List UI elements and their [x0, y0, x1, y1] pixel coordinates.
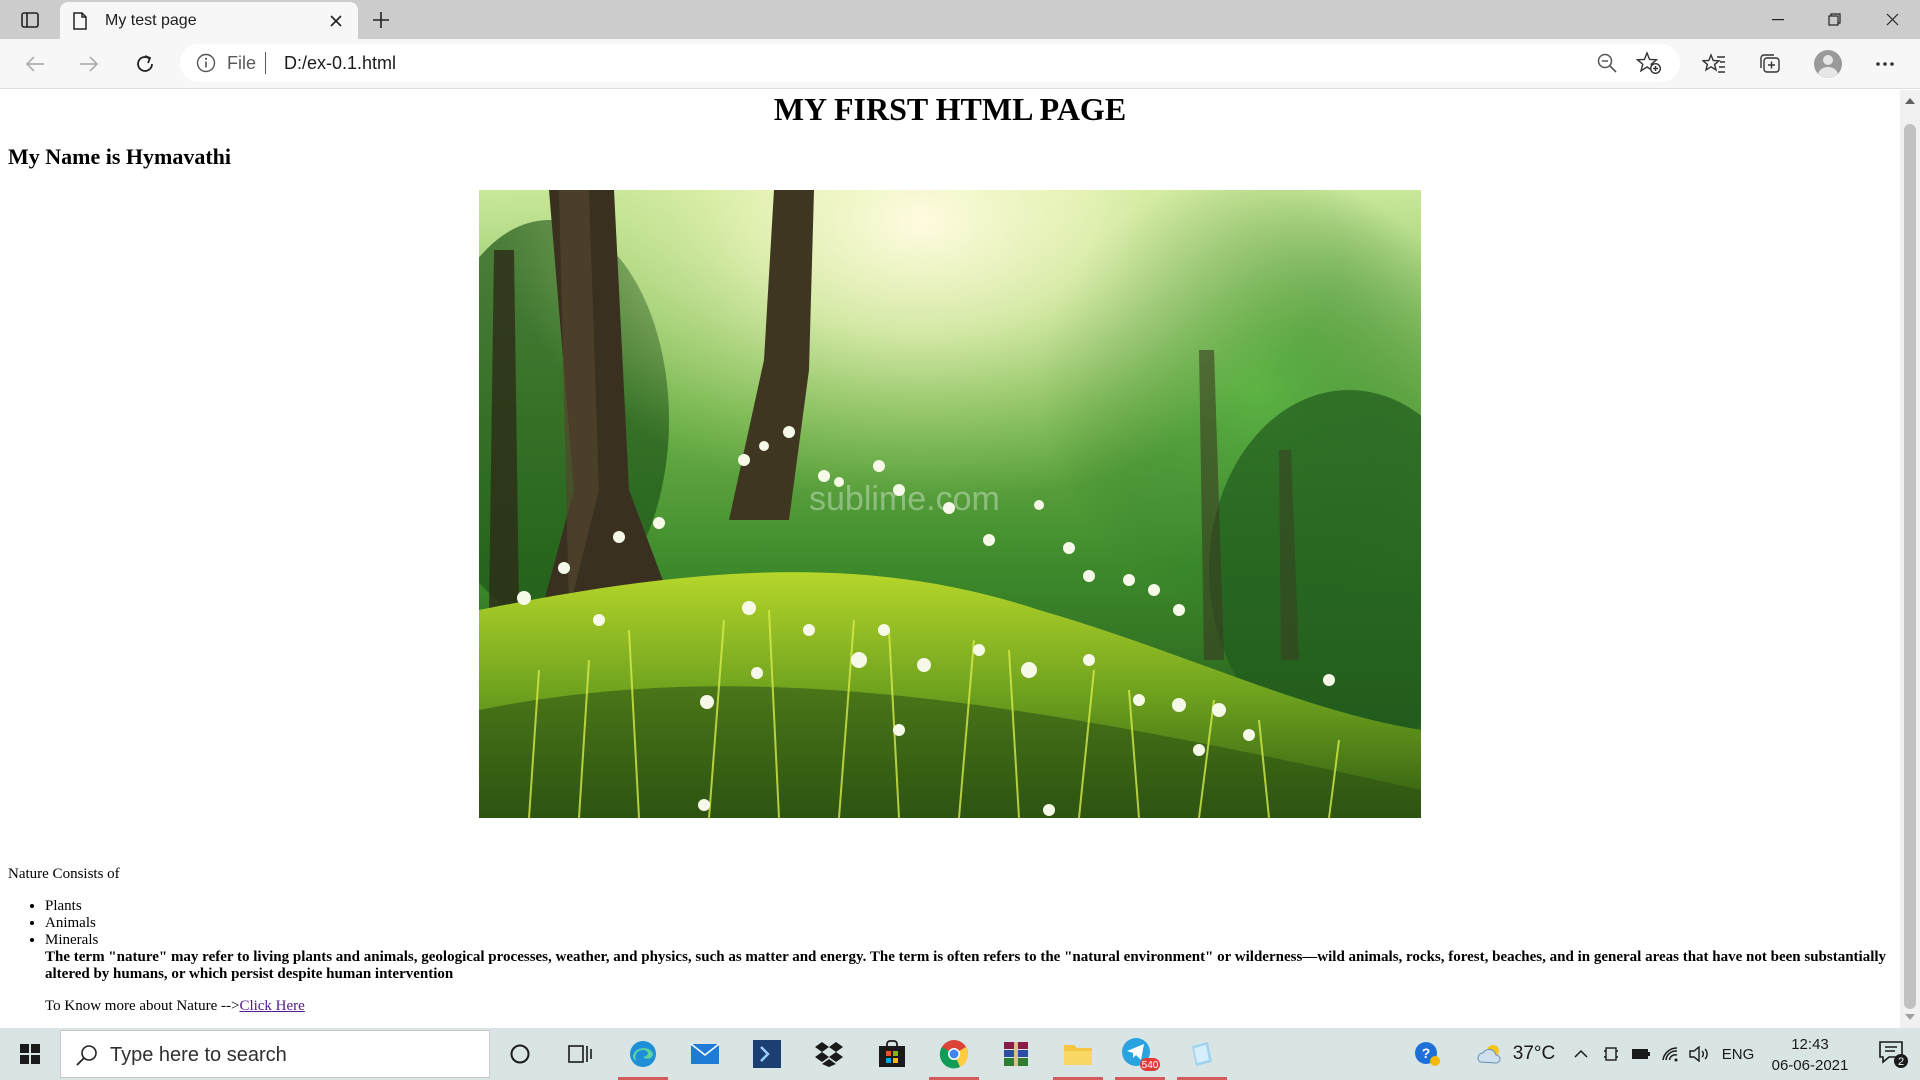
powershell-icon[interactable]: [739, 1028, 795, 1080]
restore-button[interactable]: [1806, 0, 1862, 39]
telegram-icon[interactable]: 540: [1112, 1028, 1168, 1080]
close-window-button[interactable]: [1864, 0, 1920, 39]
scroll-thumb[interactable]: [1904, 124, 1916, 1009]
start-button[interactable]: [0, 1028, 60, 1080]
scroll-up-arrow[interactable]: [1905, 98, 1915, 104]
store-icon[interactable]: [864, 1028, 920, 1080]
scheme-label: File: [227, 53, 257, 73]
list-item: Animals: [45, 915, 98, 932]
notepad-icon[interactable]: [1174, 1028, 1230, 1080]
dropbox-icon[interactable]: [801, 1028, 857, 1080]
more-info-prefix: To Know more about Nature -->: [45, 998, 240, 1014]
help-icon[interactable]: ?: [1410, 1028, 1446, 1080]
address-separator: [265, 52, 266, 74]
nature-paragraph: The term "nature" may refer to living pl…: [45, 949, 1887, 982]
winrar-icon[interactable]: [988, 1028, 1044, 1080]
close-tab-icon[interactable]: [326, 11, 346, 31]
forward-arrow-icon[interactable]: [72, 48, 106, 80]
language-indicator[interactable]: ENG: [1718, 1028, 1758, 1080]
url-text[interactable]: D:/ex-0.1.html: [284, 53, 396, 74]
weather-icon[interactable]: [1472, 1028, 1508, 1080]
file-explorer-icon[interactable]: [1050, 1028, 1106, 1080]
clock-date: 06-06-2021: [1771, 1057, 1849, 1074]
vertical-scrollbar[interactable]: [1900, 90, 1920, 1028]
scroll-down-arrow[interactable]: [1905, 1014, 1915, 1020]
nature-image: sublime.com: [479, 190, 1421, 818]
page-subheading: My Name is Hymavathi: [8, 144, 232, 169]
image-watermark: sublime.com: [809, 480, 1000, 518]
more-icon[interactable]: [1868, 48, 1902, 80]
search-icon: [75, 1043, 99, 1072]
profile-avatar[interactable]: [1814, 50, 1842, 78]
notification-count: 2: [1898, 1056, 1904, 1068]
page-heading: MY FIRST HTML PAGE: [773, 91, 1127, 127]
collections-icon[interactable]: [1753, 48, 1787, 80]
more-info-line: To Know more about Nature -->Click Here: [45, 998, 305, 1015]
weather-temp[interactable]: 37°C: [1508, 1028, 1560, 1080]
page-icon: [73, 12, 87, 35]
tab-my-test-page[interactable]: My test page: [60, 2, 358, 39]
svg-text:?: ?: [1422, 1045, 1431, 1061]
notification-center-icon[interactable]: 2: [1868, 1028, 1920, 1080]
info-icon[interactable]: [196, 53, 216, 78]
edge-browser-icon[interactable]: [615, 1028, 671, 1080]
task-view-icon[interactable]: [552, 1028, 608, 1080]
tab-actions-icon[interactable]: [14, 6, 46, 34]
new-tab-button[interactable]: [366, 6, 396, 34]
click-here-link[interactable]: Click Here: [239, 998, 304, 1014]
refresh-icon[interactable]: [128, 48, 162, 80]
search-placeholder: Type here to search: [110, 1044, 287, 1066]
clock-time: 12:43: [1791, 1036, 1829, 1053]
intro-text: Nature Consists of: [8, 866, 120, 882]
nature-list: Plants Animals Minerals: [45, 898, 98, 949]
show-hidden-icons-chevron-icon[interactable]: [1568, 1028, 1594, 1080]
battery-icon[interactable]: [1628, 1028, 1654, 1080]
page-viewport: MY FIRST HTML PAGE My Name is Hymavathi: [0, 90, 1900, 1028]
back-arrow-icon[interactable]: [18, 48, 52, 80]
volume-icon[interactable]: [1686, 1028, 1714, 1080]
zoom-out-icon[interactable]: [1596, 52, 1618, 79]
device-icon[interactable]: [1598, 1028, 1624, 1080]
wifi-icon[interactable]: [1658, 1028, 1684, 1080]
taskbar-search-box[interactable]: Type here to search: [60, 1030, 490, 1078]
list-item: Minerals: [45, 932, 98, 949]
browser-toolbar: File D:/ex-0.1.html: [0, 39, 1920, 89]
minimize-button[interactable]: [1750, 0, 1806, 39]
tab-title: My test page: [105, 12, 197, 29]
address-bar[interactable]: File D:/ex-0.1.html: [180, 44, 1680, 82]
favorites-icon[interactable]: [1697, 48, 1731, 80]
star-add-icon[interactable]: [1635, 51, 1662, 80]
chrome-icon[interactable]: [926, 1028, 982, 1080]
list-item: Plants: [45, 898, 98, 915]
telegram-badge: 540: [1142, 1060, 1159, 1071]
windows-taskbar: Type here to search 540 ? 37°C ENG 12:43…: [0, 1028, 1920, 1080]
clock[interactable]: 12:43 06-06-2021: [1762, 1034, 1858, 1076]
mail-icon[interactable]: [677, 1028, 733, 1080]
cortana-icon[interactable]: [492, 1028, 548, 1080]
tab-strip: My test page: [0, 0, 1920, 39]
